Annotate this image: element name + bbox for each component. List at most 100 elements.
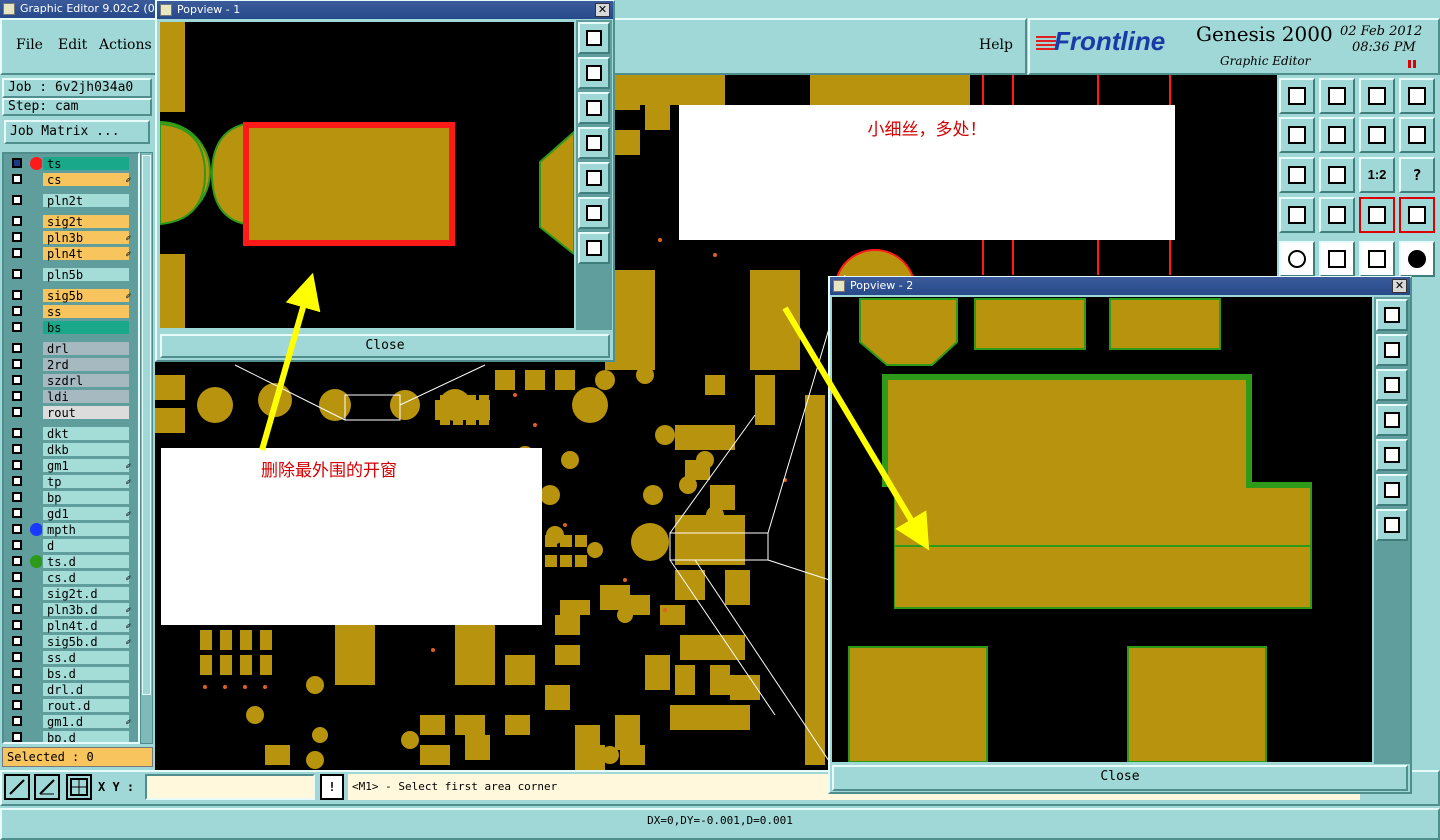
popview-1-pan-right-button[interactable] [578, 162, 610, 194]
layer-checkbox[interactable] [12, 572, 22, 582]
layer-name[interactable]: ts [42, 156, 130, 171]
layer-checkbox[interactable] [12, 232, 22, 242]
layer-checkbox[interactable] [12, 306, 22, 316]
center-button[interactable] [1319, 157, 1355, 193]
layer-name[interactable]: pln4t ✐ [42, 246, 131, 261]
cursor-button[interactable] [1279, 241, 1315, 277]
layer-checkbox[interactable] [12, 620, 22, 630]
layer-checkbox[interactable] [12, 476, 22, 486]
layer-checkbox[interactable] [12, 216, 22, 226]
layer-checkbox[interactable] [12, 407, 22, 417]
ruler-button[interactable] [1359, 241, 1395, 277]
layer-name[interactable]: rout [42, 405, 130, 420]
menu-actions[interactable]: Actions [99, 37, 152, 53]
layer-name[interactable]: szdrl [42, 373, 130, 388]
layer-row[interactable]: tp ✐ [8, 474, 131, 489]
grid-view-button[interactable] [1319, 197, 1355, 233]
layer-row[interactable]: mpth [8, 522, 130, 537]
layer-name[interactable]: rout.d [42, 698, 130, 713]
popview-1-canvas[interactable] [160, 22, 574, 328]
layer-name[interactable]: gd1 ✐ [42, 506, 131, 521]
popview-2-pan-down-button[interactable] [1376, 369, 1408, 401]
tools-button[interactable] [1279, 197, 1315, 233]
rotate-button[interactable] [1359, 117, 1395, 153]
layer-row[interactable]: drl [8, 341, 130, 356]
zoom-down-button[interactable] [1319, 78, 1355, 114]
job-matrix-button[interactable]: Job Matrix ... [4, 120, 150, 144]
layer-checkbox[interactable] [12, 716, 22, 726]
layer-name[interactable]: d [42, 538, 130, 553]
layer-name[interactable]: ldi [42, 389, 130, 404]
layer-row[interactable]: bp [8, 490, 130, 505]
layer-checkbox[interactable] [12, 540, 22, 550]
popview-1-close-icon[interactable]: ✕ [595, 3, 610, 17]
layer-row[interactable]: sig2t.d [8, 586, 130, 601]
layer-name[interactable]: pln5b [42, 267, 130, 282]
layer-name[interactable]: ss.d [42, 650, 130, 665]
popview-1-close-button[interactable]: Close [160, 334, 610, 358]
layer-checkbox[interactable] [12, 158, 22, 168]
layer-row[interactable]: cs ✐ [8, 172, 131, 187]
layer-name[interactable]: sig5b ✐ [42, 288, 131, 303]
layer-name[interactable]: pln3b ✐ [42, 230, 131, 245]
layer-row[interactable]: ss.d [8, 650, 130, 665]
layer-name[interactable]: bp [42, 490, 130, 505]
popview-2-zoom-window-button[interactable] [1376, 299, 1408, 331]
layer-checkbox[interactable] [12, 343, 22, 353]
layer-row[interactable]: sig5b.d ✐ [8, 634, 131, 649]
layer-row[interactable]: ldi [8, 389, 130, 404]
layer-checkbox[interactable] [12, 460, 22, 470]
layer-row[interactable]: cs.d ✐ [8, 570, 131, 585]
menu-file[interactable]: File [16, 37, 43, 53]
pan-left-button[interactable] [1279, 117, 1315, 153]
popview-2-zoom-out-button[interactable] [1376, 509, 1408, 541]
layer-row[interactable]: drl.d [8, 682, 130, 697]
layer-name[interactable]: pln4t.d ✐ [42, 618, 131, 633]
menu-help[interactable]: Help [979, 37, 1013, 53]
layer-checkbox[interactable] [12, 290, 22, 300]
popview-2-pan-left-button[interactable] [1376, 404, 1408, 436]
layer-checkbox[interactable] [12, 269, 22, 279]
fit-button[interactable] [1279, 157, 1315, 193]
layer-row[interactable]: pln3b ✐ [8, 230, 131, 245]
layer-name[interactable]: bs.d [42, 666, 130, 681]
layer-checkbox[interactable] [12, 556, 22, 566]
popview-2-close-icon[interactable]: ✕ [1392, 279, 1407, 293]
layer-row[interactable]: dkt [8, 426, 130, 441]
layer-checkbox[interactable] [12, 444, 22, 454]
layer-checkbox[interactable] [12, 732, 22, 742]
home-icon[interactable] [1359, 78, 1395, 114]
grid-icon[interactable] [66, 774, 92, 800]
popview-2-pan-up-button[interactable] [1376, 334, 1408, 366]
popview-1-pan-left-button[interactable] [578, 127, 610, 159]
layer-row[interactable]: pln3b.d ✐ [8, 602, 131, 617]
layer-checkbox[interactable] [12, 652, 22, 662]
layer-checkbox[interactable] [12, 375, 22, 385]
layer-name[interactable]: gm1.d ✐ [42, 714, 131, 729]
layer-row[interactable]: 2rd [8, 357, 130, 372]
layer-row[interactable]: pln4t.d ✐ [8, 618, 131, 633]
scrollbar-thumb[interactable] [142, 155, 151, 695]
layer-row[interactable]: sig2t [8, 214, 130, 229]
layer-row[interactable]: bs.d [8, 666, 130, 681]
layer-name[interactable]: sig2t.d [42, 586, 130, 601]
layer-name[interactable]: sig5b.d ✐ [42, 634, 131, 649]
snap-icon[interactable] [4, 774, 30, 800]
snap-red-button[interactable] [1319, 241, 1355, 277]
layer-row[interactable]: d [8, 538, 130, 553]
popview-1-title-bar[interactable]: Popview - 1 ✕ [157, 1, 613, 19]
layer-row[interactable]: pln2t [8, 193, 130, 208]
layer-checkbox[interactable] [12, 322, 22, 332]
layer-name[interactable]: drl.d [42, 682, 130, 697]
layer-row[interactable]: ts [8, 156, 130, 171]
layer-checkbox[interactable] [12, 248, 22, 258]
popview-2-canvas[interactable] [832, 297, 1372, 762]
layer-name[interactable]: pln3b.d ✐ [42, 602, 131, 617]
layer-name[interactable]: 2rd [42, 357, 130, 372]
dot-button[interactable] [1399, 241, 1435, 277]
popview-2-close-button[interactable]: Close [832, 765, 1408, 791]
alert-icon[interactable]: ! [320, 774, 344, 800]
layer-checkbox[interactable] [12, 684, 22, 694]
layer-row[interactable]: rout [8, 405, 130, 420]
layer-row[interactable]: pln4t ✐ [8, 246, 131, 261]
